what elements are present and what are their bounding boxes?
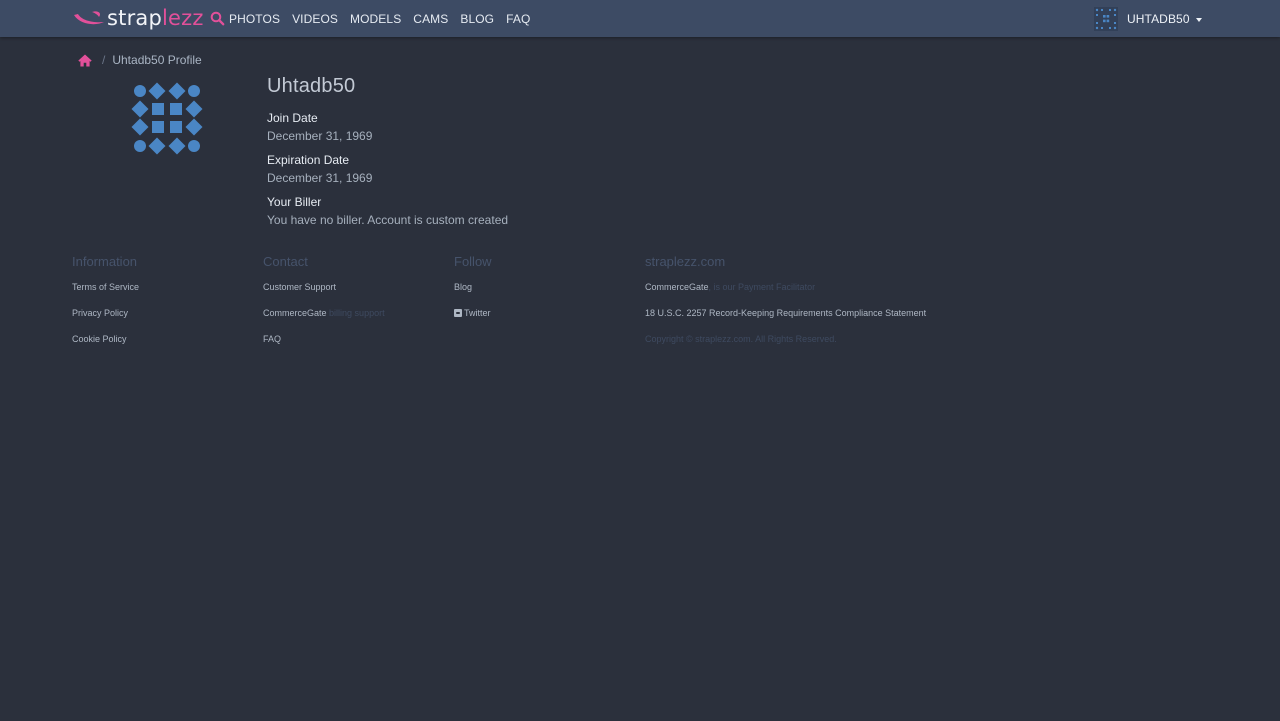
footer-contact: Contact Customer Support CommerceGate bi… — [263, 254, 385, 360]
expiration-date-label: Expiration Date — [267, 153, 350, 167]
copyright-text: Copyright © straplezz.com. All Rights Re… — [645, 334, 837, 344]
biller-label: Your Biller — [267, 195, 322, 209]
user-avatar — [1094, 7, 1118, 31]
profile-info: Uhtadb50 Join Date December 31, 1969 Exp… — [267, 74, 508, 228]
breadcrumb-current: Uhtadb50 Profile — [112, 53, 202, 67]
nav-cams[interactable]: CAMS — [413, 12, 448, 26]
twitter-link-item[interactable]: Twitter — [454, 308, 492, 334]
billing-support-text: billing support — [329, 308, 385, 318]
join-date-value: December 31, 1969 — [267, 129, 373, 143]
footer-follow: Follow Blog Twitter — [454, 254, 492, 334]
search-icon — [210, 11, 225, 26]
profile-avatar — [131, 82, 203, 155]
twitter-icon — [454, 309, 462, 317]
nav-blog[interactable]: BLOG — [460, 12, 494, 26]
user-name: UHTADB50 — [1127, 12, 1190, 26]
commercegate-billing-link[interactable]: CommerceGate — [263, 308, 327, 318]
user-menu-dropdown[interactable]: UHTADB50 — [1094, 6, 1202, 32]
footer-contact-title: Contact — [263, 254, 308, 269]
footer-information: Information Terms of Service Privacy Pol… — [72, 254, 139, 360]
twitter-link[interactable]: Twitter — [464, 308, 491, 318]
cookie-policy-link[interactable]: Cookie Policy — [72, 334, 139, 360]
join-date-field: Join Date December 31, 1969 — [267, 111, 508, 144]
logo-swoosh-icon — [74, 11, 104, 25]
commercegate-facilitator-link[interactable]: CommerceGate — [645, 282, 709, 292]
nav-faq[interactable]: FAQ — [506, 12, 530, 26]
footer-faq-link[interactable]: FAQ — [263, 334, 385, 360]
footer-site: straplezz.com CommerceGate, is our Payme… — [645, 254, 926, 360]
site-logo[interactable]: straplezz — [72, 6, 204, 30]
join-date-label: Join Date — [267, 111, 318, 125]
biller-value: You have no biller. Account is custom cr… — [267, 213, 509, 227]
payment-facilitator-item: CommerceGate, is our Payment Facilitator — [645, 282, 926, 308]
payment-facilitator-text: , is our Payment Facilitator — [708, 282, 816, 292]
billing-support-item: CommerceGate billing support — [263, 308, 385, 334]
terms-of-service-link[interactable]: Terms of Service — [72, 282, 139, 308]
logo-wordmark: straplezz — [107, 5, 204, 30]
breadcrumb-separator: / — [102, 53, 106, 67]
biller-field: Your Biller You have no biller. Account … — [267, 195, 508, 228]
search-button[interactable] — [210, 11, 225, 26]
footer-follow-title: Follow — [454, 254, 492, 269]
expiration-date-value: December 31, 1969 — [267, 171, 373, 185]
compliance-statement-link[interactable]: 18 U.S.C. 2257 Record-Keeping Requiremen… — [645, 308, 926, 334]
home-icon[interactable] — [78, 54, 92, 67]
privacy-policy-link[interactable]: Privacy Policy — [72, 308, 139, 334]
footer-information-title: Information — [72, 254, 138, 269]
breadcrumb: / Uhtadb50 Profile — [78, 52, 202, 68]
footer-site-title: straplezz.com — [645, 254, 726, 269]
expiration-date-field: Expiration Date December 31, 1969 — [267, 153, 508, 186]
top-navbar: straplezz PHOTOS VIDEOS MODELS CAMS BLOG… — [0, 0, 1280, 37]
nav-photos[interactable]: PHOTOS — [229, 12, 280, 26]
customer-support-link[interactable]: Customer Support — [263, 282, 385, 308]
nav-videos[interactable]: VIDEOS — [292, 12, 338, 26]
main-nav: PHOTOS VIDEOS MODELS CAMS BLOG FAQ — [229, 0, 542, 37]
caret-down-icon — [1195, 17, 1202, 22]
nav-models[interactable]: MODELS — [350, 12, 401, 26]
footer-blog-link[interactable]: Blog — [454, 282, 492, 308]
profile-username: Uhtadb50 — [267, 75, 356, 97]
